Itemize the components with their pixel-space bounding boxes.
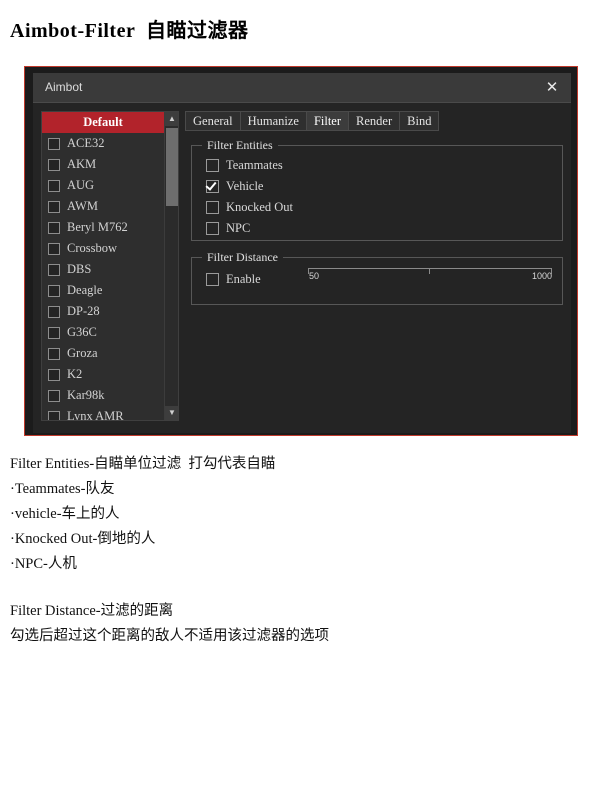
note-line: ·Knocked Out-倒地的人	[10, 531, 156, 547]
weapon-label: DBS	[67, 262, 92, 276]
weapon-label: Groza	[67, 346, 98, 360]
weapon-label: Deagle	[67, 283, 103, 297]
window-body: Default ACE32 AKM AUG AWM Beryl M762 Cro…	[33, 103, 571, 433]
checkbox-icon[interactable]	[48, 368, 60, 381]
close-icon[interactable]: ✕	[541, 77, 563, 99]
note-line: Filter Entities-自瞄单位过滤 打勾代表自瞄	[10, 456, 276, 472]
weapon-item[interactable]: AKM	[42, 154, 164, 175]
distance-slider[interactable]: 50 1000	[308, 268, 552, 294]
checkbox-enable-distance[interactable]: Enable	[206, 272, 261, 287]
slider-min-value: 50	[309, 271, 320, 281]
weapon-item[interactable]: Kar98k	[42, 385, 164, 406]
weapon-label: AUG	[67, 178, 95, 192]
checkbox-icon[interactable]	[48, 284, 60, 297]
checkbox-icon[interactable]	[48, 326, 60, 339]
scroll-down-icon[interactable]: ▼	[165, 406, 178, 420]
note-line: 勾选后超过这个距离的敌人不适用该过滤器的选项	[10, 628, 329, 644]
weapon-label: Lynx AMR	[67, 409, 124, 421]
checkbox-label: NPC	[226, 221, 251, 235]
weapon-item[interactable]: Groza	[42, 343, 164, 364]
tab-bind[interactable]: Bind	[399, 111, 440, 131]
slider-max-value: 1000	[531, 271, 552, 281]
weapon-list-panel: Default ACE32 AKM AUG AWM Beryl M762 Cro…	[41, 111, 179, 421]
tab-general[interactable]: General	[185, 111, 240, 131]
checkbox-icon[interactable]	[48, 221, 60, 234]
checkbox-icon[interactable]	[48, 389, 60, 402]
note-line: ·NPC-人机	[10, 556, 77, 572]
weapon-label: AKM	[67, 157, 97, 171]
filter-entities-title: Filter Entities	[202, 138, 278, 153]
weapon-list[interactable]: Default ACE32 AKM AUG AWM Beryl M762 Cro…	[42, 112, 164, 420]
checkbox-knocked-out[interactable]: Knocked Out	[206, 200, 293, 215]
tab-bar: General Humanize Filter Render Bind	[185, 111, 440, 131]
weapon-label: AWM	[67, 199, 98, 213]
tab-humanize[interactable]: Humanize	[239, 111, 306, 131]
checkbox-icon[interactable]	[48, 263, 60, 276]
window-title: Aimbot	[45, 80, 83, 94]
weapon-label: Kar98k	[67, 388, 105, 402]
weapon-label: DP-28	[67, 304, 100, 318]
tab-render[interactable]: Render	[348, 111, 400, 131]
weapon-label: Beryl M762	[67, 220, 128, 234]
window-titlebar: Aimbot ✕	[33, 73, 571, 103]
checkbox-icon[interactable]	[206, 201, 219, 214]
screenshot-frame: Aimbot ✕ Default ACE32 AKM AUG AWM Beryl…	[24, 66, 578, 436]
checkbox-vehicle[interactable]: Vehicle	[206, 179, 263, 194]
weapon-item[interactable]: Deagle	[42, 280, 164, 301]
tab-filter[interactable]: Filter	[305, 111, 349, 131]
note-line: Filter Distance-过滤的距离	[10, 603, 174, 619]
weapon-item[interactable]: DP-28	[42, 301, 164, 322]
checkbox-label: Knocked Out	[226, 200, 293, 214]
page-title: Aimbot-Filter 自瞄过滤器	[10, 20, 249, 42]
weapon-item[interactable]: G36C	[42, 322, 164, 343]
weapon-item[interactable]: DBS	[42, 259, 164, 280]
checkbox-icon[interactable]	[48, 347, 60, 360]
weapon-item[interactable]: AWM	[42, 196, 164, 217]
slider-tick	[429, 268, 430, 274]
weapon-item-default[interactable]: Default	[42, 112, 164, 133]
weapon-item[interactable]: Beryl M762	[42, 217, 164, 238]
checkbox-icon[interactable]	[48, 305, 60, 318]
filter-distance-title: Filter Distance	[202, 250, 283, 265]
filter-entities-group: Filter Entities Teammates Vehicle Knocke…	[191, 138, 563, 241]
weapon-label: K2	[67, 367, 83, 381]
weapon-item[interactable]: K2	[42, 364, 164, 385]
checkbox-icon[interactable]	[48, 158, 60, 171]
weapon-item[interactable]: Lynx AMR	[42, 406, 164, 421]
weapon-label: Crossbow	[67, 241, 118, 255]
filter-distance-group: Filter Distance Enable 50 1000	[191, 250, 563, 305]
weapon-item[interactable]: ACE32	[42, 133, 164, 154]
note-line: ·vehicle-车上的人	[10, 506, 120, 522]
weapon-list-scrollbar[interactable]: ▲ ▼	[164, 112, 178, 420]
note-line: ·Teammates-队友	[10, 481, 115, 497]
scroll-up-icon[interactable]: ▲	[165, 112, 178, 126]
slider-track	[308, 268, 552, 269]
weapon-label: G36C	[67, 325, 97, 339]
settings-pane: General Humanize Filter Render Bind Filt…	[185, 111, 563, 421]
weapon-item[interactable]: AUG	[42, 175, 164, 196]
checkbox-icon[interactable]	[48, 179, 60, 192]
checkbox-label: Teammates	[226, 158, 283, 172]
checkbox-icon[interactable]	[206, 159, 219, 172]
checkbox-icon[interactable]	[48, 137, 60, 150]
weapon-item[interactable]: Crossbow	[42, 238, 164, 259]
scrollbar-thumb[interactable]	[166, 128, 178, 206]
checkbox-label: Vehicle	[226, 179, 264, 193]
notes-block: Filter Entities-自瞄单位过滤 打勾代表自瞄 ·Teammates…	[10, 452, 590, 649]
checkbox-checked-icon[interactable]	[206, 180, 219, 193]
checkbox-npc[interactable]: NPC	[206, 221, 250, 236]
aimbot-window: Aimbot ✕ Default ACE32 AKM AUG AWM Beryl…	[33, 73, 571, 433]
checkbox-icon[interactable]	[206, 222, 219, 235]
weapon-label: ACE32	[67, 136, 105, 150]
checkbox-icon[interactable]	[48, 200, 60, 213]
checkbox-icon[interactable]	[48, 242, 60, 255]
checkbox-label: Enable	[226, 272, 261, 286]
checkbox-icon[interactable]	[206, 273, 219, 286]
checkbox-icon[interactable]	[48, 410, 60, 420]
checkbox-teammates[interactable]: Teammates	[206, 158, 283, 173]
